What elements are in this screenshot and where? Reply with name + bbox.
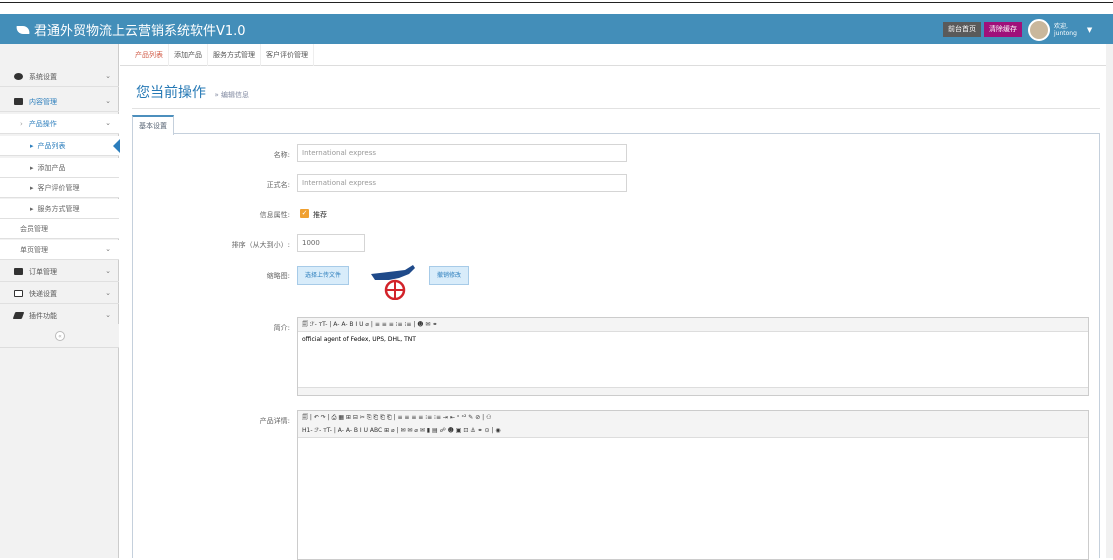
sort-input[interactable]: 1000 xyxy=(297,234,365,252)
content-tabs: 产品列表 添加产品 服务方式管理 客户评价管理 xyxy=(120,43,1113,66)
brand[interactable]: 君通外贸物流上云营销系统软件V1.0 xyxy=(15,20,246,39)
name-input[interactable]: International express xyxy=(297,144,627,162)
sidebar-item-add-product[interactable]: ▸ 添加产品 xyxy=(0,158,119,178)
sidebar-item-label: 添加产品 xyxy=(37,163,66,172)
sidebar-item-label: 快递设置 xyxy=(29,289,57,298)
plane-globe-icon xyxy=(369,262,417,301)
user-menu[interactable]: 欢迎, juntong ▼ xyxy=(1028,19,1092,41)
chevron-down-icon: ⌄ xyxy=(105,97,111,105)
detail-label: 产品详情: xyxy=(259,417,290,425)
sidebar-item-product-list[interactable]: ▸ 产品列表 xyxy=(0,136,120,156)
sidebar-item-system-settings[interactable]: 系统设置 ⌄ xyxy=(0,67,119,87)
sidebar-item-service-methods[interactable]: ▸ 服务方式管理 xyxy=(0,199,119,219)
sidebar-item-label: 产品操作 xyxy=(28,119,57,128)
resize-handle[interactable] xyxy=(298,387,1088,395)
caret-right-icon: ▸ xyxy=(30,141,34,150)
intro-editor[interactable]: 🗐 ℱ- тT- | A- A- B I U ⌀ | ≡ ≡ ≡ ⁝≡ ⁝≡ |… xyxy=(297,317,1089,396)
tab-add-product[interactable]: 添加产品 xyxy=(169,43,208,66)
sidebar-item-label: 产品列表 xyxy=(37,141,66,150)
caret-down-icon: ▼ xyxy=(1086,26,1093,34)
sidebar-item-express[interactable]: 快递设置 ⌄ xyxy=(0,284,119,304)
main-content: 您当前操作 » 编辑信息 基本设置 名称: International expr… xyxy=(120,66,1113,560)
caret-right-icon: › xyxy=(20,119,23,128)
chevron-down-icon: ⌄ xyxy=(105,119,111,127)
sort-label: 排序（从大到小）: xyxy=(231,241,290,249)
dashboard-icon xyxy=(14,73,23,80)
divider xyxy=(132,108,1100,109)
page-scrollbar[interactable] xyxy=(1106,44,1113,558)
tab-reviews[interactable]: 客户评价管理 xyxy=(261,43,314,66)
intro-label: 简介: xyxy=(273,324,290,332)
folder-icon xyxy=(14,268,23,275)
pencil-icon xyxy=(12,312,25,319)
sidebar-item-content[interactable]: 内容管理 ⌄ xyxy=(0,92,119,112)
thumb-label: 缩略图: xyxy=(266,272,290,280)
sidebar-item-label: 内容管理 xyxy=(29,97,57,106)
sidebar: 系统设置 ⌄ 内容管理 ⌄ › 产品操作 ⌄ ▸ 产品列表 ▸ 添加产品 ▸ 客… xyxy=(0,44,120,558)
sidebar-item-label: 客户评价管理 xyxy=(37,183,80,192)
detail-editor[interactable]: 🗐 | ↶ ↷ | ⎙ ▦ ⊞ ⊟ ✂ ⎘ ⎗ ⎗ ⎗ | ≡ ≡ ≡ ≡ ⁝≡… xyxy=(297,410,1089,560)
username: juntong xyxy=(1054,30,1077,37)
avatar xyxy=(1028,19,1050,41)
page-title: 您当前操作 » 编辑信息 xyxy=(136,82,249,102)
caret-right-icon: ▸ xyxy=(30,204,34,213)
chevron-down-icon: ⌄ xyxy=(105,289,111,297)
breadcrumb: » 编辑信息 xyxy=(214,91,249,99)
frontend-home-button[interactable]: 前台首页 xyxy=(943,22,981,37)
chevron-down-icon: ⌄ xyxy=(105,267,111,275)
attr-label: 信息属性: xyxy=(259,211,290,219)
caret-right-icon: ▸ xyxy=(30,163,34,172)
undo-changes-button[interactable]: 撤销修改 xyxy=(429,266,470,285)
form-panel: 名称: International express 正式名: Internati… xyxy=(132,134,1100,560)
chevron-down-icon: ⌄ xyxy=(105,245,111,253)
form-tabbar: 基本设置 xyxy=(132,115,1100,135)
sidebar-item-label: 服务方式管理 xyxy=(37,204,80,213)
clear-cache-button[interactable]: 清除缓存 xyxy=(984,22,1022,37)
sidebar-item-orders[interactable]: 订单管理 ⌄ xyxy=(0,262,119,282)
sidebar-item-label: 系统设置 xyxy=(29,72,57,81)
folder-icon xyxy=(14,98,23,105)
active-marker xyxy=(113,139,120,153)
sidebar-item-label: 会员管理 xyxy=(20,224,48,233)
tab-service-methods[interactable]: 服务方式管理 xyxy=(208,43,261,66)
welcome-text: 欢迎, xyxy=(1054,23,1068,30)
fullname-label: 正式名: xyxy=(266,181,290,189)
tab-basic-settings[interactable]: 基本设置 xyxy=(132,115,174,135)
fullname-input[interactable]: International express xyxy=(297,174,627,192)
sidebar-item-label: 单页管理 xyxy=(20,245,48,254)
top-border xyxy=(0,0,1113,3)
sidebar-item-product-ops[interactable]: › 产品操作 ⌄ xyxy=(0,114,119,134)
user-info: 欢迎, juntong xyxy=(1054,23,1077,37)
page-title-text: 您当前操作 xyxy=(136,85,206,101)
caret-right-icon: ▸ xyxy=(30,183,34,192)
sidebar-item-plugins[interactable]: 插件功能 ⌄ xyxy=(0,306,119,326)
app-title: 君通外贸物流上云营销系统软件V1.0 xyxy=(34,24,246,39)
sidebar-item-reviews[interactable]: ▸ 客户评价管理 xyxy=(0,178,119,198)
tab-product-list[interactable]: 产品列表 xyxy=(130,43,169,66)
sidebar-item-single-page[interactable]: 单页管理 ⌄ xyxy=(0,240,119,260)
upload-file-button[interactable]: 选择上传文件 xyxy=(297,266,350,285)
collapse-sidebar-icon[interactable]: « xyxy=(55,331,65,341)
sidebar-item-members[interactable]: 会员管理 xyxy=(0,219,119,239)
recommend-label: 推荐 xyxy=(313,211,327,219)
detail-toolbar-row-1[interactable]: 🗐 | ↶ ↷ | ⎙ ▦ ⊞ ⊟ ✂ ⎘ ⎗ ⎗ ⎗ | ≡ ≡ ≡ ≡ ⁝≡… xyxy=(298,411,1088,424)
intro-toolbar[interactable]: 🗐 ℱ- тT- | A- A- B I U ⌀ | ≡ ≡ ≡ ⁝≡ ⁝≡ |… xyxy=(298,318,1088,332)
name-label: 名称: xyxy=(273,151,290,159)
sidebar-item-label: 订单管理 xyxy=(29,267,57,276)
list-icon xyxy=(14,290,23,297)
leaf-icon xyxy=(15,25,31,34)
chevron-down-icon: ⌄ xyxy=(105,311,111,319)
sidebar-item-label: 插件功能 xyxy=(29,311,57,320)
navbar: 君通外贸物流上云营销系统软件V1.0 前台首页 清除缓存 欢迎, juntong… xyxy=(0,14,1113,44)
detail-toolbar-row-2[interactable]: H1- ℱ- тT- | A- A- B I U ABC ⊞ ⌀ | ✉ ✉ ⌀… xyxy=(298,424,1088,438)
intro-text[interactable]: official agent of Fedex, UPS, DHL, TNT xyxy=(298,332,1088,347)
chevron-down-icon: ⌄ xyxy=(105,72,111,80)
recommend-checkbox[interactable]: ✓ xyxy=(300,209,309,218)
